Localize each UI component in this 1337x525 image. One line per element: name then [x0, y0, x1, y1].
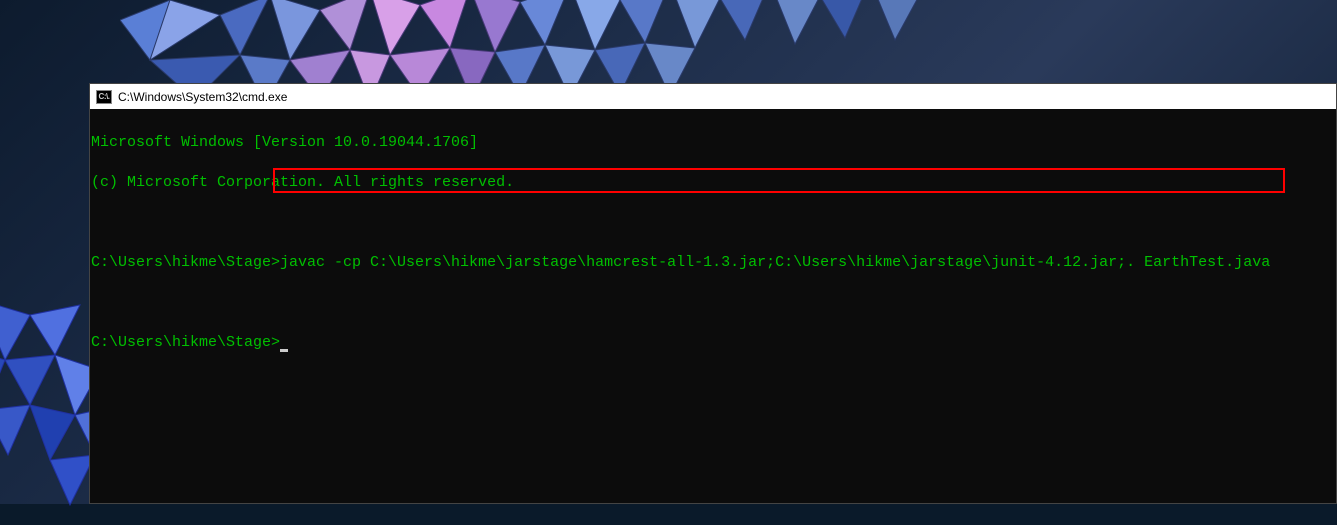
prompt-1: C:\Users\hikme\Stage>	[91, 254, 280, 271]
prompt-2[interactable]: C:\Users\hikme\Stage>	[91, 334, 280, 351]
cmd-window[interactable]: C:\. C:\Windows\System32\cmd.exe Microso…	[89, 83, 1337, 504]
terminal-header-1: Microsoft Windows [Version 10.0.19044.17…	[90, 133, 1330, 153]
terminal-header-2: (c) Microsoft Corporation. All rights re…	[90, 173, 1330, 193]
command-text-1: javac -cp C:\Users\hikme\jarstage\hamcre…	[280, 254, 1270, 271]
cursor	[280, 349, 288, 352]
cmd-icon: C:\.	[96, 90, 112, 104]
blank-line-2	[90, 293, 1330, 313]
terminal-body[interactable]: Microsoft Windows [Version 10.0.19044.17…	[90, 109, 1336, 503]
blank-line	[90, 213, 1330, 233]
command-line-1: C:\Users\hikme\Stage>javac -cp C:\Users\…	[90, 253, 1330, 273]
window-title: C:\Windows\System32\cmd.exe	[118, 90, 287, 104]
command-line-2: C:\Users\hikme\Stage>	[90, 333, 1330, 353]
titlebar[interactable]: C:\. C:\Windows\System32\cmd.exe	[90, 84, 1336, 109]
